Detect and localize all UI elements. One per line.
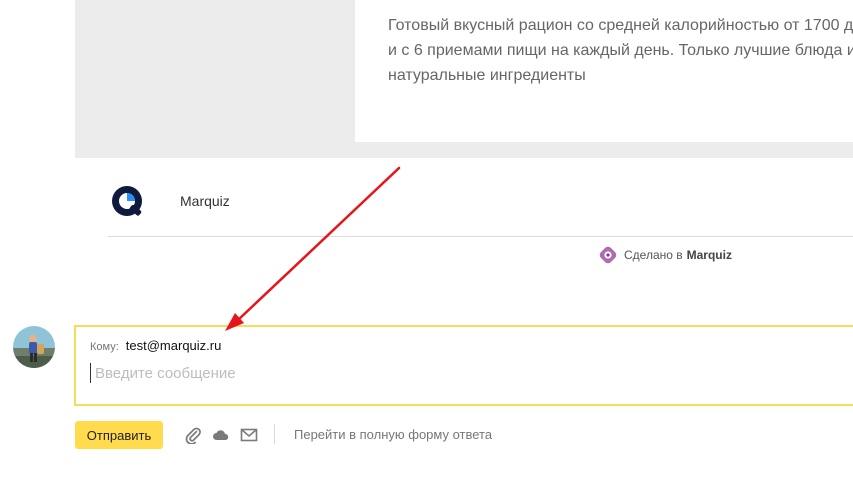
promo-line-1: Готовый вкусный рацион со средней калори… — [388, 17, 853, 34]
made-in-brand: Marquiz — [686, 248, 732, 262]
divider — [108, 236, 853, 237]
paperclip-icon[interactable] — [184, 426, 202, 444]
message-input[interactable] — [90, 363, 795, 383]
promo-description: Готовый вкусный рацион со средней калори… — [388, 13, 853, 88]
marquiz-logo-icon — [112, 186, 142, 216]
made-in-marquiz-badge[interactable]: Сделано в Marquiz — [598, 245, 732, 265]
envelope-icon[interactable] — [240, 426, 258, 444]
user-photo-icon — [13, 326, 55, 368]
avatar[interactable] — [13, 326, 55, 368]
promo-line-2: и с 6 приемами пищи на каждый день. Толь… — [388, 42, 853, 59]
reply-compose-box: Кому: test@marquiz.ru — [74, 325, 853, 406]
made-in-prefix: Сделано в — [624, 248, 683, 262]
marquiz-diamond-icon — [599, 246, 617, 264]
cloud-icon[interactable] — [212, 426, 230, 444]
recipient-email[interactable]: test@marquiz.ru — [126, 338, 222, 353]
send-button[interactable]: Отправить — [75, 421, 163, 449]
to-label: Кому: — [90, 341, 119, 353]
toolbar-separator — [274, 424, 275, 444]
brand-name: Marquiz — [180, 193, 230, 209]
promo-line-3: натуральные ингредиенты — [388, 67, 586, 84]
full-reply-form-link[interactable]: Перейти в полную форму ответа — [294, 427, 492, 442]
recipient-row: Кому: test@marquiz.ru — [90, 338, 221, 353]
